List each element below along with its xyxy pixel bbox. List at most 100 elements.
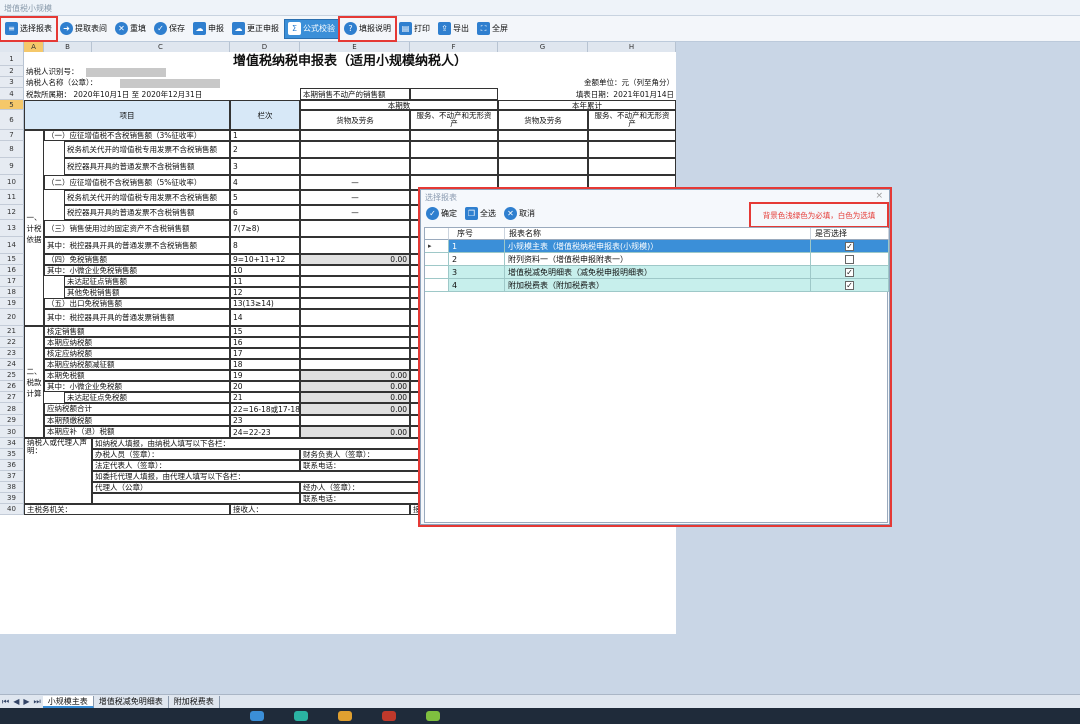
goods-current-cell[interactable] [300, 265, 410, 276]
report-checkbox[interactable]: ✓ [845, 280, 854, 290]
col-a[interactable]: A [24, 42, 44, 52]
goods-current-cell[interactable]: — [300, 205, 410, 220]
tab-surcharge[interactable]: 附加税费表 [169, 695, 220, 708]
services-current-cell[interactable] [410, 141, 498, 158]
check-circle-icon: ✓ [154, 22, 167, 35]
column-number: 19 [230, 370, 300, 381]
goods-year-cell[interactable] [498, 158, 588, 175]
report-name: 小规模主表（增值税纳税申报表(小规模)） [505, 240, 811, 253]
goods-year-cell[interactable] [498, 130, 588, 141]
services-current-cell[interactable] [410, 130, 498, 141]
goods-current-cell[interactable] [300, 415, 410, 426]
select-all-button[interactable]: ❐ 全选 [462, 203, 499, 223]
goods-current-cell[interactable] [300, 298, 410, 309]
column-number: 2 [230, 141, 300, 158]
goods-current-cell[interactable] [300, 337, 410, 348]
confirm-button[interactable]: ✓ 确定 [423, 203, 460, 223]
goods-current-cell[interactable] [300, 348, 410, 359]
goods-current-cell[interactable]: 0.00 [300, 254, 410, 265]
app-icon[interactable] [382, 711, 396, 721]
goods-current-cell[interactable] [300, 141, 410, 158]
cancel-button[interactable]: ✕ 取消 [501, 203, 538, 223]
column-number: 8 [230, 237, 300, 254]
first-tab-icon[interactable]: ⏮ [2, 697, 9, 707]
services-current-cell[interactable] [410, 158, 498, 175]
goods-current-cell[interactable] [300, 309, 410, 326]
fetch-button[interactable]: ➜ 提取表间 [57, 19, 110, 39]
services-year-cell[interactable] [588, 141, 676, 158]
goods-current-cell[interactable] [300, 326, 410, 337]
report-seq: 1 [449, 240, 505, 253]
item-label: 未达起征点免税额 [64, 392, 230, 403]
goods-current-cell[interactable]: 0.00 [300, 381, 410, 392]
taxpayer-id-label: 纳税人识别号： [26, 67, 79, 76]
declare-button[interactable]: ☁ 申报 [190, 19, 227, 39]
report-row[interactable]: 4 附加税费表（附加税费表） ✓ [425, 279, 889, 292]
goods-current-cell[interactable] [300, 276, 410, 287]
save-button[interactable]: ✓ 保存 [151, 19, 188, 39]
goods-current-cell[interactable]: 0.00 [300, 392, 410, 403]
fullscreen-button[interactable]: ⛶ 全屏 [474, 19, 511, 39]
services-year-cell[interactable] [588, 158, 676, 175]
select-report-button[interactable]: ≡ 选择报表 [0, 15, 58, 42]
app-icon[interactable] [338, 711, 352, 721]
close-icon[interactable]: × [875, 191, 883, 201]
goods-current-cell[interactable]: — [300, 190, 410, 205]
col-e[interactable]: E [300, 42, 410, 52]
tab-reduction[interactable]: 增值税减免明细表 [94, 695, 169, 708]
arrow-icon: ➜ [60, 22, 73, 35]
goods-current-cell[interactable] [300, 287, 410, 298]
goods-current-cell[interactable] [300, 130, 410, 141]
print-button[interactable]: ▤ 打印 [396, 19, 433, 39]
report-checkbox[interactable]: ✓ [845, 267, 854, 277]
services-year-cell[interactable] [588, 130, 676, 141]
correct-declare-button[interactable]: ☁ 更正申报 [229, 19, 282, 39]
column-number: 24=22-23 [230, 426, 300, 438]
formula-check-button[interactable]: Σ 公式校验 [284, 18, 339, 39]
close-circle-icon: ✕ [115, 22, 128, 35]
col-g[interactable]: G [498, 42, 588, 52]
last-tab-icon[interactable]: ⏭ [34, 697, 41, 707]
section-calc-label: 二、税款计算 [24, 326, 44, 438]
report-row[interactable]: 3 增值税减免明细表（减免税申报明细表） ✓ [425, 266, 889, 279]
unused-sales-value[interactable] [410, 88, 498, 100]
col-b[interactable]: B [44, 42, 92, 52]
goods-year-cell[interactable] [498, 175, 588, 190]
row-number: 13 [0, 220, 24, 237]
goods-current-cell[interactable] [300, 359, 410, 370]
report-checkbox[interactable] [845, 254, 854, 264]
goods-year-cell[interactable] [498, 141, 588, 158]
fill-help-button[interactable]: ? 填报说明 [338, 15, 397, 42]
services-year-cell[interactable] [588, 175, 676, 190]
legal-label: 法定代表人（签章）： [92, 460, 300, 471]
report-row[interactable]: ▸ 1 小规模主表（增值税纳税申报表(小规模)） ✓ [425, 240, 889, 253]
goods-current-cell[interactable]: — [300, 175, 410, 190]
col-h[interactable]: H [588, 42, 676, 52]
next-tab-icon[interactable]: ▶ [23, 697, 29, 706]
goods-current-cell[interactable] [300, 158, 410, 175]
app-icon[interactable] [426, 711, 440, 721]
col-f[interactable]: F [410, 42, 498, 52]
goods-current-cell[interactable] [300, 220, 410, 237]
goods-current-cell[interactable]: 0.00 [300, 426, 410, 438]
report-checkbox[interactable]: ✓ [845, 241, 854, 251]
column-number: 22=16-18或17-18 [230, 403, 300, 415]
app-icon[interactable] [250, 711, 264, 721]
report-row[interactable]: 2 附列资料一（增值税申报附表一） [425, 253, 889, 266]
goods-current-cell[interactable] [300, 237, 410, 254]
refill-button[interactable]: ✕ 重填 [112, 19, 149, 39]
select-report-dialog: 选择报表 × ✓ 确定 ❐ 全选 ✕ 取消 背景色浅绿色为必填，白色为选填 序号 报表名… [418, 187, 892, 527]
app-icon[interactable] [294, 711, 308, 721]
services-current-cell[interactable] [410, 175, 498, 190]
col-d[interactable]: D [230, 42, 300, 52]
window-title: 增值税小规模 [0, 0, 1080, 16]
item-header: 项目 [24, 100, 230, 130]
column-number: 4 [230, 175, 300, 190]
prev-tab-icon[interactable]: ◀ [13, 697, 19, 706]
col-c[interactable]: C [92, 42, 230, 52]
item-label: （二）应征增值税不含税销售额（5%征收率） [44, 175, 230, 190]
goods-current-cell[interactable]: 0.00 [300, 403, 410, 415]
export-button[interactable]: ⇪ 导出 [435, 19, 472, 39]
tab-main[interactable]: 小规模主表 [42, 695, 94, 708]
goods-current-cell[interactable]: 0.00 [300, 370, 410, 381]
